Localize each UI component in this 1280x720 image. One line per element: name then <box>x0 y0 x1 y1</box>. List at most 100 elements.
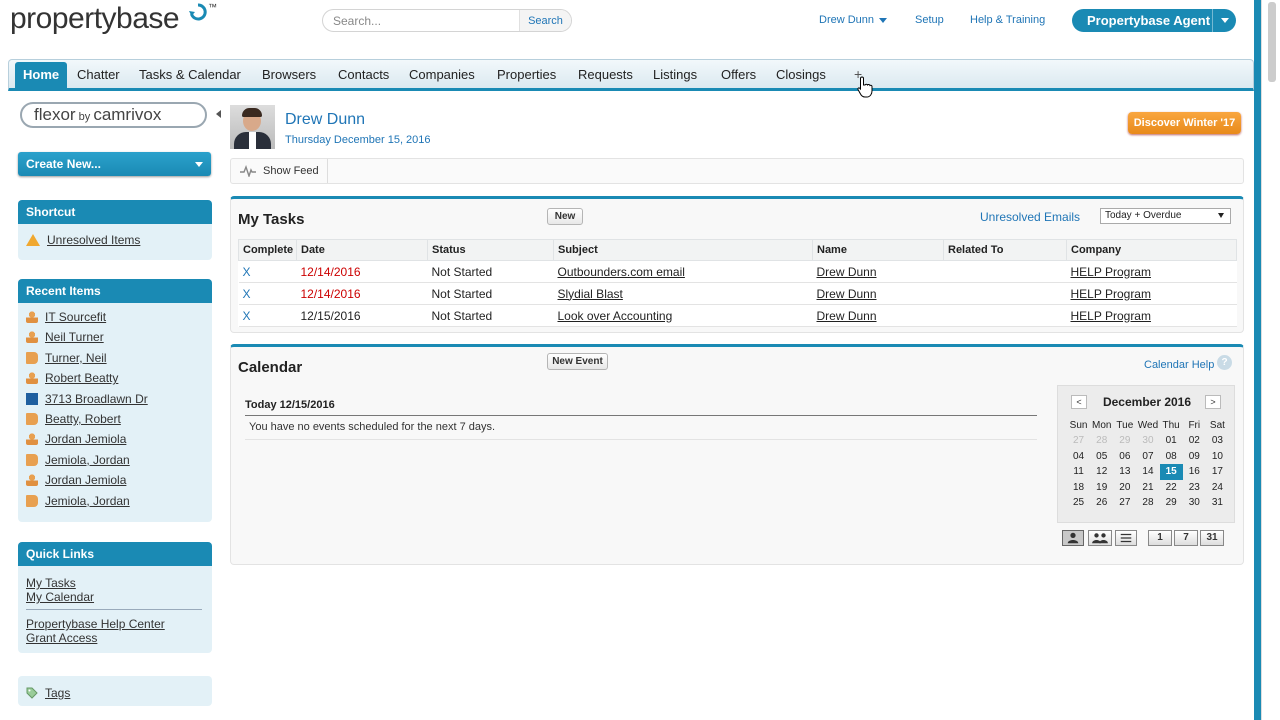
task-name-link[interactable]: Drew Dunn <box>817 309 877 323</box>
collapse-sidebar-icon[interactable] <box>216 110 221 118</box>
tab-requests[interactable]: Requests <box>578 67 633 82</box>
calendar-day[interactable]: 24 <box>1206 480 1229 496</box>
calendar-day[interactable]: 30 <box>1136 433 1159 449</box>
calendar-day[interactable]: 10 <box>1206 449 1229 465</box>
calendar-day[interactable]: 15 <box>1159 464 1183 480</box>
column-header[interactable]: Status <box>427 239 554 261</box>
calendar-day[interactable]: 07 <box>1136 449 1159 465</box>
column-header[interactable]: Subject <box>553 239 813 261</box>
tab-companies[interactable]: Companies <box>409 67 475 82</box>
create-new-dropdown[interactable]: Create New... <box>18 152 211 176</box>
recent-item[interactable]: Jordan Jemiola <box>26 473 126 489</box>
search-button[interactable]: Search <box>519 10 571 31</box>
week-view-button[interactable]: 7 <box>1174 530 1198 546</box>
quick-link-my-calendar[interactable]: My Calendar <box>26 590 94 604</box>
calendar-day[interactable]: 29 <box>1113 433 1136 449</box>
recent-item[interactable]: IT Sourcefit <box>26 310 106 326</box>
recent-item[interactable]: Jemiola, Jordan <box>26 453 130 469</box>
calendar-day[interactable]: 28 <box>1136 495 1159 511</box>
new-event-button[interactable]: New Event <box>547 353 608 370</box>
page-scrollbar[interactable] <box>1261 0 1280 720</box>
calendar-day[interactable]: 11 <box>1067 464 1090 480</box>
recent-item[interactable]: Jemiola, Jordan <box>26 494 130 510</box>
task-subject-link[interactable]: Look over Accounting <box>558 309 673 323</box>
tab-offers[interactable]: Offers <box>721 67 756 82</box>
task-company-link[interactable]: HELP Program <box>1071 309 1151 323</box>
calendar-day[interactable]: 31 <box>1206 495 1229 511</box>
recent-item[interactable]: Turner, Neil <box>26 351 107 367</box>
calendar-day[interactable]: 17 <box>1206 464 1229 480</box>
task-name-link[interactable]: Drew Dunn <box>817 287 877 301</box>
task-company-link[interactable]: HELP Program <box>1071 265 1151 279</box>
tab-properties[interactable]: Properties <box>497 67 556 82</box>
task-company-link[interactable]: HELP Program <box>1071 287 1151 301</box>
calendar-day[interactable]: 05 <box>1090 449 1113 465</box>
calendar-help-link[interactable]: Calendar Help <box>1144 359 1214 371</box>
column-header[interactable]: Complete <box>238 239 297 261</box>
task-filter-select[interactable]: Today + Overdue <box>1100 208 1231 224</box>
complete-task-link[interactable]: X <box>243 309 251 323</box>
help-training-link[interactable]: Help & Training <box>970 14 1045 26</box>
new-task-button[interactable]: New <box>547 208 583 225</box>
recent-item[interactable]: 3713 Broadlawn Dr <box>26 392 148 408</box>
tab-closings[interactable]: Closings <box>776 67 826 82</box>
column-header[interactable]: Date <box>296 239 428 261</box>
recent-item[interactable]: Jordan Jemiola <box>26 432 126 448</box>
calendar-day[interactable]: 27 <box>1113 495 1136 511</box>
help-icon[interactable]: ? <box>1217 355 1232 370</box>
calendar-day[interactable]: 12 <box>1090 464 1113 480</box>
recent-item[interactable]: Neil Turner <box>26 330 104 346</box>
calendar-day[interactable]: 21 <box>1136 480 1159 496</box>
calendar-day[interactable]: 18 <box>1067 480 1090 496</box>
task-name-link[interactable]: Drew Dunn <box>817 265 877 279</box>
calendar-day[interactable]: 25 <box>1067 495 1090 511</box>
list-view-icon[interactable] <box>1115 530 1137 546</box>
calendar-day[interactable]: 09 <box>1183 449 1206 465</box>
tab-tasks-calendar[interactable]: Tasks & Calendar <box>139 67 241 82</box>
tab-listings[interactable]: Listings <box>653 67 697 82</box>
calendar-day[interactable]: 26 <box>1090 495 1113 511</box>
avatar[interactable] <box>230 105 275 149</box>
calendar-day[interactable]: 28 <box>1090 433 1113 449</box>
quick-link-grant-access[interactable]: Grant Access <box>26 631 97 645</box>
month-view-button[interactable]: 31 <box>1200 530 1224 546</box>
quick-link-help-center[interactable]: Propertybase Help Center <box>26 617 165 631</box>
calendar-day[interactable]: 16 <box>1183 464 1206 480</box>
calendar-day[interactable]: 01 <box>1160 433 1183 449</box>
column-header[interactable]: Company <box>1066 239 1237 261</box>
complete-task-link[interactable]: X <box>243 287 251 301</box>
scrollbar-thumb[interactable] <box>1268 2 1276 82</box>
show-feed-link[interactable]: Show Feed <box>263 165 319 177</box>
calendar-day[interactable]: 23 <box>1183 480 1206 496</box>
calendar-day[interactable]: 22 <box>1160 480 1183 496</box>
column-header[interactable]: Name <box>812 239 944 261</box>
flexor-badge[interactable]: flexor by camrivox <box>20 102 207 128</box>
calendar-day[interactable]: 08 <box>1160 449 1183 465</box>
quick-link-my-tasks[interactable]: My Tasks <box>26 576 76 590</box>
recent-item[interactable]: Beatty, Robert <box>26 412 121 428</box>
next-month-button[interactable]: > <box>1205 395 1221 409</box>
setup-link[interactable]: Setup <box>915 14 944 26</box>
task-subject-link[interactable]: Slydial Blast <box>558 287 623 301</box>
calendar-day[interactable]: 03 <box>1206 433 1229 449</box>
calendar-day[interactable]: 30 <box>1183 495 1206 511</box>
column-header[interactable]: Related To <box>943 239 1067 261</box>
calendar-day[interactable]: 29 <box>1160 495 1183 511</box>
calendar-day[interactable]: 02 <box>1183 433 1206 449</box>
recent-item[interactable]: Robert Beatty <box>26 371 118 387</box>
unresolved-emails-link[interactable]: Unresolved Emails <box>980 210 1080 224</box>
calendar-day[interactable]: 20 <box>1113 480 1136 496</box>
task-subject-link[interactable]: Outbounders.com email <box>558 265 685 279</box>
shortcut-unresolved-items[interactable]: Unresolved Items <box>26 233 140 249</box>
profile-name[interactable]: Drew Dunn <box>285 111 365 129</box>
multi-user-view-icon[interactable] <box>1088 530 1112 546</box>
tab-contacts[interactable]: Contacts <box>338 67 389 82</box>
calendar-day[interactable]: 14 <box>1136 464 1159 480</box>
single-user-view-icon[interactable] <box>1062 530 1084 546</box>
search-input[interactable] <box>323 10 519 31</box>
tab-home[interactable]: Home <box>15 62 68 89</box>
propertybase-logo[interactable]: propertybase ™ <box>10 2 217 36</box>
tags-link[interactable]: Tags <box>26 686 70 702</box>
app-switcher-button[interactable]: Propertybase Agent <box>1072 9 1236 32</box>
calendar-day[interactable]: 27 <box>1067 433 1090 449</box>
